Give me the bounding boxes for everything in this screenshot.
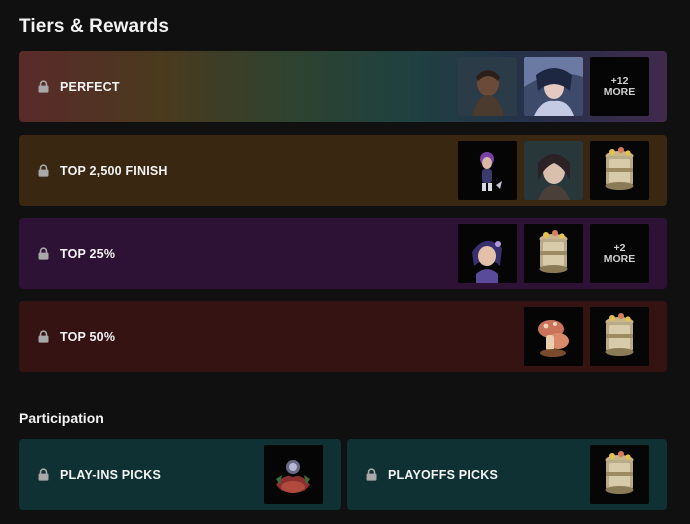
participation-title: Participation bbox=[19, 410, 104, 426]
tier-top50-rewards bbox=[524, 307, 649, 366]
lock-icon bbox=[38, 330, 49, 343]
playoffs-rewards bbox=[590, 445, 649, 504]
more-word: MORE bbox=[603, 85, 636, 98]
tier-label: PERFECT bbox=[60, 79, 120, 94]
tier-label: TOP 2,500 FINISH bbox=[60, 163, 168, 178]
tier-top2500-row[interactable]: TOP 2,500 FINISH bbox=[19, 135, 667, 206]
capsule-chest-icon[interactable] bbox=[590, 141, 649, 200]
tier-top2500-rewards bbox=[458, 141, 649, 200]
tier-perfect-label-group: PERFECT bbox=[38, 51, 120, 122]
capsule-chest-icon[interactable] bbox=[524, 224, 583, 283]
page-title: Tiers & Rewards bbox=[19, 16, 170, 37]
mushroom-emote-icon[interactable] bbox=[524, 307, 583, 366]
capsule-chest-icon[interactable] bbox=[590, 307, 649, 366]
tier-label: TOP 50% bbox=[60, 329, 116, 344]
tier-top50-row[interactable]: TOP 50% bbox=[19, 301, 667, 372]
more-word: MORE bbox=[603, 252, 636, 265]
capsule-chest-icon[interactable] bbox=[590, 445, 649, 504]
lock-icon bbox=[38, 164, 49, 177]
champion-portrait-2-icon[interactable] bbox=[524, 57, 583, 116]
tier-top50-label-group: TOP 50% bbox=[38, 301, 115, 372]
chibi-portrait-icon[interactable] bbox=[458, 224, 517, 283]
tier-perfect-row[interactable]: PERFECT +12 MORE bbox=[19, 51, 667, 122]
lock-icon bbox=[38, 468, 49, 481]
more-rewards-button[interactable]: +2 MORE bbox=[590, 224, 649, 283]
playoffs-label-group: PLAYOFFS PICKS bbox=[366, 439, 498, 510]
lock-icon bbox=[38, 80, 49, 93]
more-count: +12 bbox=[610, 74, 629, 87]
participation-label: PLAYOFFS PICKS bbox=[388, 467, 498, 482]
tier-perfect-rewards: +12 MORE bbox=[458, 57, 649, 116]
playins-label-group: PLAY-INS PICKS bbox=[38, 439, 161, 510]
participation-playoffs-row[interactable]: PLAYOFFS PICKS bbox=[347, 439, 667, 510]
participation-playins-row[interactable]: PLAY-INS PICKS bbox=[19, 439, 341, 510]
participation-label: PLAY-INS PICKS bbox=[60, 467, 161, 482]
champion-portrait-3-icon[interactable] bbox=[524, 141, 583, 200]
playins-rewards bbox=[264, 445, 323, 504]
chibi-figure-icon[interactable] bbox=[458, 141, 517, 200]
lock-icon bbox=[366, 468, 377, 481]
tier-label: TOP 25% bbox=[60, 246, 116, 261]
more-count: +2 bbox=[613, 241, 626, 254]
tier-top25-row[interactable]: TOP 25% +2 MORE bbox=[19, 218, 667, 289]
tier-top2500-label-group: TOP 2,500 FINISH bbox=[38, 135, 168, 206]
lock-icon bbox=[38, 247, 49, 260]
more-rewards-button[interactable]: +12 MORE bbox=[590, 57, 649, 116]
champion-portrait-1-icon[interactable] bbox=[458, 57, 517, 116]
tier-top25-rewards: +2 MORE bbox=[458, 224, 649, 283]
tier-top25-label-group: TOP 25% bbox=[38, 218, 115, 289]
creature-emote-icon[interactable] bbox=[264, 445, 323, 504]
